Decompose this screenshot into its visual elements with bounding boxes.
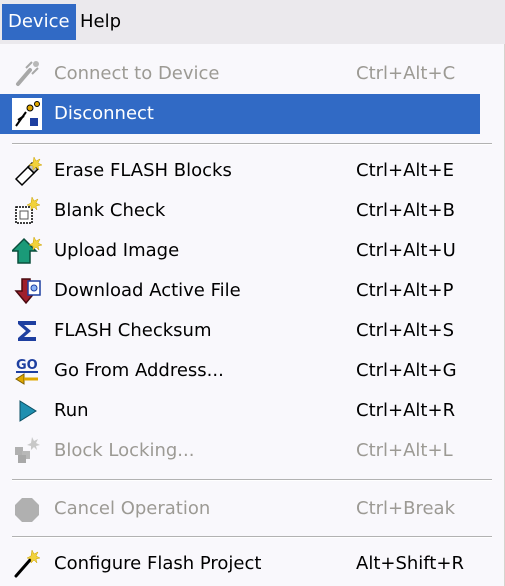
upload-icon xyxy=(12,235,42,267)
menu-item-blank-check[interactable]: Blank Check Ctrl+Alt+B xyxy=(0,191,480,231)
menu-item-label: Download Active File xyxy=(54,280,241,301)
menu-item-shortcut: Ctrl+Break xyxy=(356,498,455,519)
plug-connect-icon xyxy=(12,58,42,90)
menu-item-go-from-address[interactable]: GO Go From Address... Ctrl+Alt+G xyxy=(0,351,480,391)
menu-item-label: FLASH Checksum xyxy=(54,320,212,341)
stop-icon xyxy=(12,493,42,525)
menu-separator xyxy=(12,536,492,538)
menu-item-configure-flash-project[interactable]: Configure Flash Project Alt+Shift+R xyxy=(0,544,480,584)
menu-item-shortcut: Ctrl+Alt+C xyxy=(356,63,456,84)
menu-item-flash-checksum[interactable]: FLASH Checksum Ctrl+Alt+S xyxy=(0,311,480,351)
menu-item-label: Configure Flash Project xyxy=(54,553,262,574)
menu-help[interactable]: Help xyxy=(74,4,127,40)
menu-item-shortcut: Ctrl+Alt+R xyxy=(356,400,456,421)
menu-item-shortcut: Ctrl+Alt+L xyxy=(356,440,453,461)
menu-item-shortcut: Ctrl+Alt+U xyxy=(356,240,456,261)
run-icon xyxy=(12,395,42,427)
menu-item-shortcut: Ctrl+Alt+B xyxy=(356,200,455,221)
svg-text:GO: GO xyxy=(16,358,38,373)
menu-item-download-active-file[interactable]: Download Active File Ctrl+Alt+P xyxy=(0,271,480,311)
menu-item-block-locking[interactable]: Block Locking... Ctrl+Alt+L xyxy=(0,431,480,471)
block-locking-icon xyxy=(12,435,42,467)
menu-item-label: Cancel Operation xyxy=(54,498,211,519)
menu-item-shortcut: Ctrl+Alt+S xyxy=(356,320,454,341)
menu-item-shortcut: Ctrl+Alt+E xyxy=(356,160,454,181)
menu-separator xyxy=(12,479,492,481)
menu-separator xyxy=(12,143,492,145)
menu-item-label: Connect to Device xyxy=(54,63,220,84)
configure-icon xyxy=(12,548,42,580)
plug-disconnect-icon xyxy=(12,98,42,130)
menu-item-shortcut: Ctrl+Alt+P xyxy=(356,280,454,301)
menu-item-label: Run xyxy=(54,400,89,421)
go-icon: GO xyxy=(12,355,42,387)
menu-item-run[interactable]: Run Ctrl+Alt+R xyxy=(0,391,480,431)
menu-item-label: Disconnect xyxy=(54,103,154,124)
eraser-icon xyxy=(12,155,42,187)
menu-item-upload-image[interactable]: Upload Image Ctrl+Alt+U xyxy=(0,231,480,271)
menu-item-shortcut: Ctrl+Alt+G xyxy=(356,360,457,381)
blank-check-icon xyxy=(12,195,42,227)
device-menu-dropdown: Connect to Device Ctrl+Alt+C Disconnect xyxy=(0,44,505,586)
menu-item-label: Erase FLASH Blocks xyxy=(54,160,232,181)
menu-item-disconnect[interactable]: Disconnect xyxy=(0,94,480,134)
menu-bar: Device Help xyxy=(0,0,505,44)
menu-item-label: Upload Image xyxy=(54,240,180,261)
menu-item-erase-flash-blocks[interactable]: Erase FLASH Blocks Ctrl+Alt+E xyxy=(0,151,480,191)
sigma-icon xyxy=(12,315,42,347)
menu-item-label: Go From Address... xyxy=(54,360,224,381)
menu-item-shortcut: Alt+Shift+R xyxy=(356,553,464,574)
menu-item-label: Block Locking... xyxy=(54,440,195,461)
download-icon xyxy=(12,275,42,307)
menu-item-cancel-operation[interactable]: Cancel Operation Ctrl+Break xyxy=(0,489,480,529)
menu-item-label: Blank Check xyxy=(54,200,166,221)
menu-device[interactable]: Device xyxy=(2,4,76,40)
menu-item-connect-to-device[interactable]: Connect to Device Ctrl+Alt+C xyxy=(0,54,480,94)
